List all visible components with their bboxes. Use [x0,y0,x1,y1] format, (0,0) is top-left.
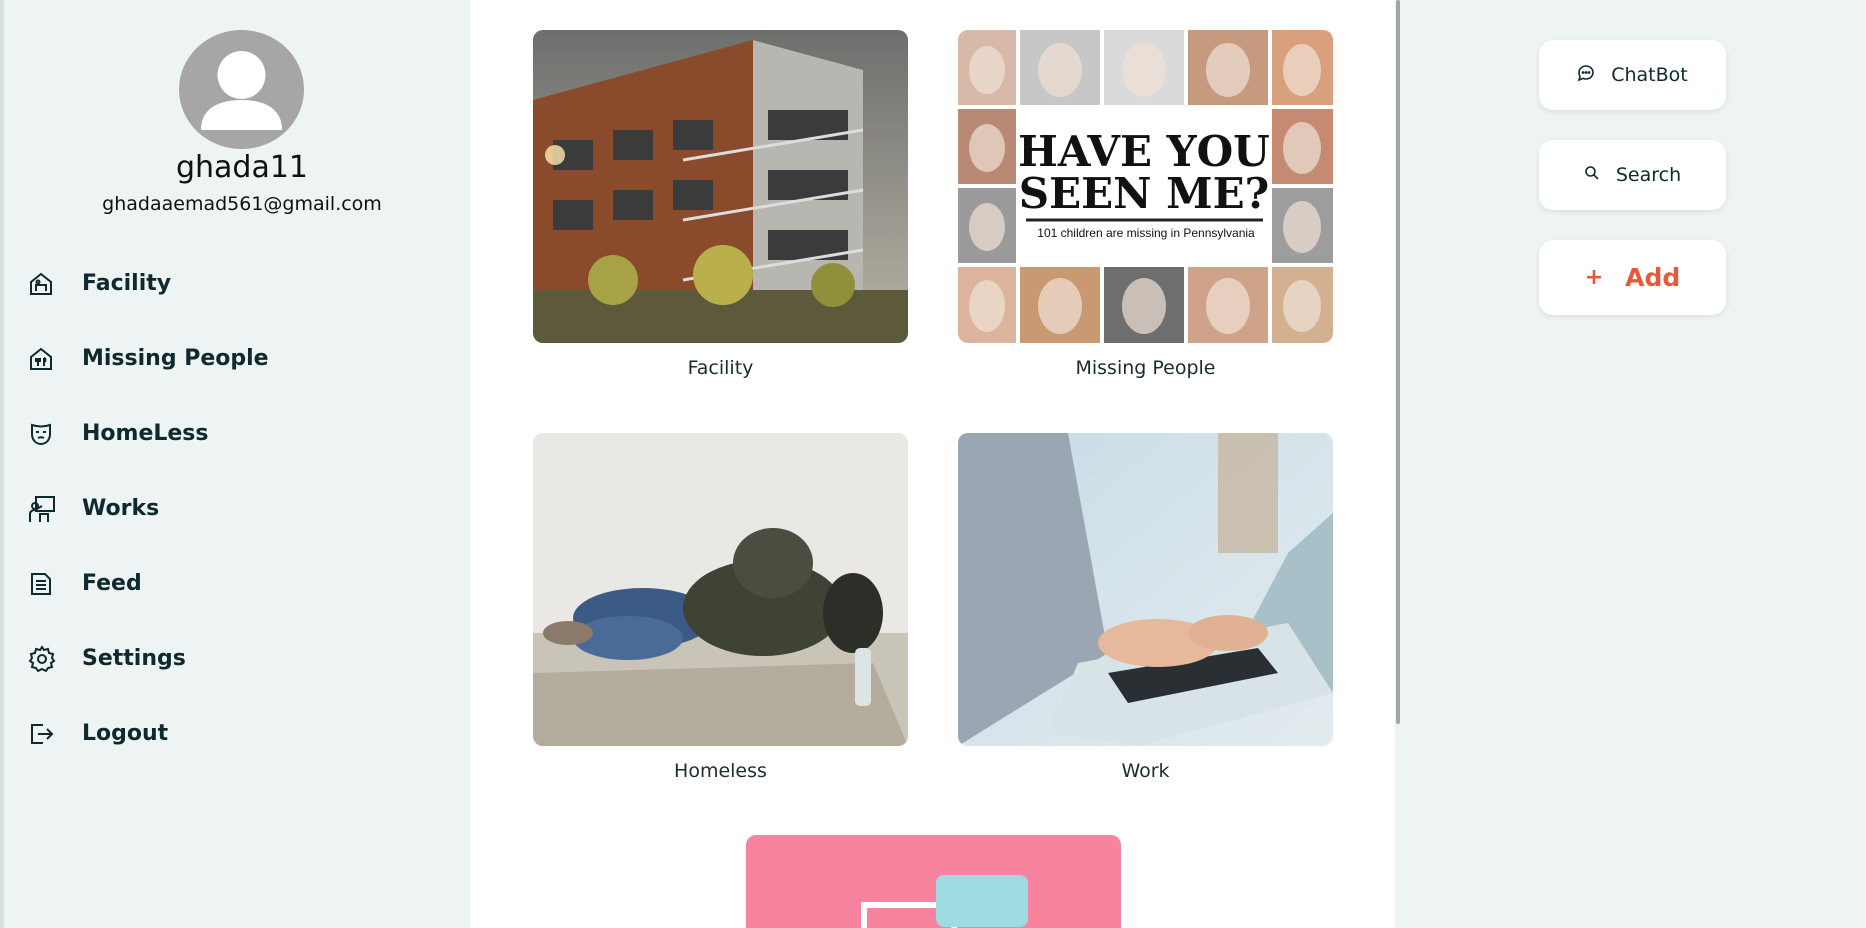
sidebar-item-label: Settings [82,646,186,671]
chatbot-label: ChatBot [1611,64,1688,86]
sidebar-item-label: Facility [82,271,172,296]
search-label: Search [1615,164,1682,186]
sidebar-item-label: Works [82,496,160,521]
search-button[interactable]: Search [1539,140,1726,210]
username: ghada11 [175,150,309,185]
add-label: Add [1625,263,1681,292]
missing-people-icon [28,342,64,376]
facility-icon [28,267,64,301]
sidebar-item-works[interactable]: Works [28,471,269,546]
sidebar-item-missing-people[interactable]: Missing People [28,321,269,396]
category-caption: Work [1121,760,1170,782]
poster-subtitle: 101 children are missing in Pennsylvania [1037,226,1255,240]
sidebar-item-homeless[interactable]: HomeLess [28,396,269,471]
sidebar: ghada11 ghadaaemad561@gmail.com Facility… [0,0,470,928]
sidebar-item-label: HomeLess [82,421,209,446]
sidebar-item-settings[interactable]: Settings [28,621,269,696]
document-icon [28,567,64,601]
search-icon [1584,165,1600,185]
scrollbar-thumb[interactable] [1396,0,1400,724]
gear-icon [28,642,64,676]
sidebar-item-label: Feed [82,571,142,596]
chatbot-button[interactable]: ChatBot [1539,40,1726,110]
chat-bubble-photo[interactable] [746,835,1121,928]
category-caption: Homeless [674,760,767,782]
main-content: Facility HAVE YOU SEEN ME? 101 children … [470,0,1395,928]
sidebar-item-logout[interactable]: Logout [28,696,269,771]
homeless-person-photo[interactable] [533,433,908,746]
sidebar-item-label: Logout [82,721,169,746]
poster-title-line-1: HAVE YOU [1018,127,1270,176]
category-caption: Missing People [1075,357,1216,379]
laptop-typing-photo[interactable] [958,433,1333,746]
category-card-work[interactable]: Work [958,433,1333,782]
plus-icon: + [1584,265,1604,290]
sidebar-nav: Facility Missing People HomeLess Works F… [28,246,269,771]
category-card-homeless[interactable]: Homeless [533,433,908,782]
chat-bubble-icon [1577,64,1595,86]
category-card-missing-people[interactable]: HAVE YOU SEEN ME? 101 children are missi… [958,30,1333,379]
user-email: ghadaaemad561@gmail.com [102,193,382,215]
logout-icon [28,717,64,751]
mask-icon [28,417,64,451]
work-icon [28,492,64,526]
category-card-feed[interactable] [746,835,1121,928]
avatar[interactable] [179,30,304,149]
poster-title-line-2: SEEN ME? [1018,169,1270,218]
add-button[interactable]: + Add [1539,240,1726,315]
missing-children-poster[interactable]: HAVE YOU SEEN ME? 101 children are missi… [958,30,1333,343]
sidebar-item-feed[interactable]: Feed [28,546,269,621]
sidebar-item-label: Missing People [82,346,269,371]
building-photo[interactable] [533,30,908,343]
user-silhouette-icon [201,51,282,130]
category-card-facility[interactable]: Facility [533,30,908,379]
category-caption: Facility [687,357,754,379]
sidebar-item-facility[interactable]: Facility [28,246,269,321]
